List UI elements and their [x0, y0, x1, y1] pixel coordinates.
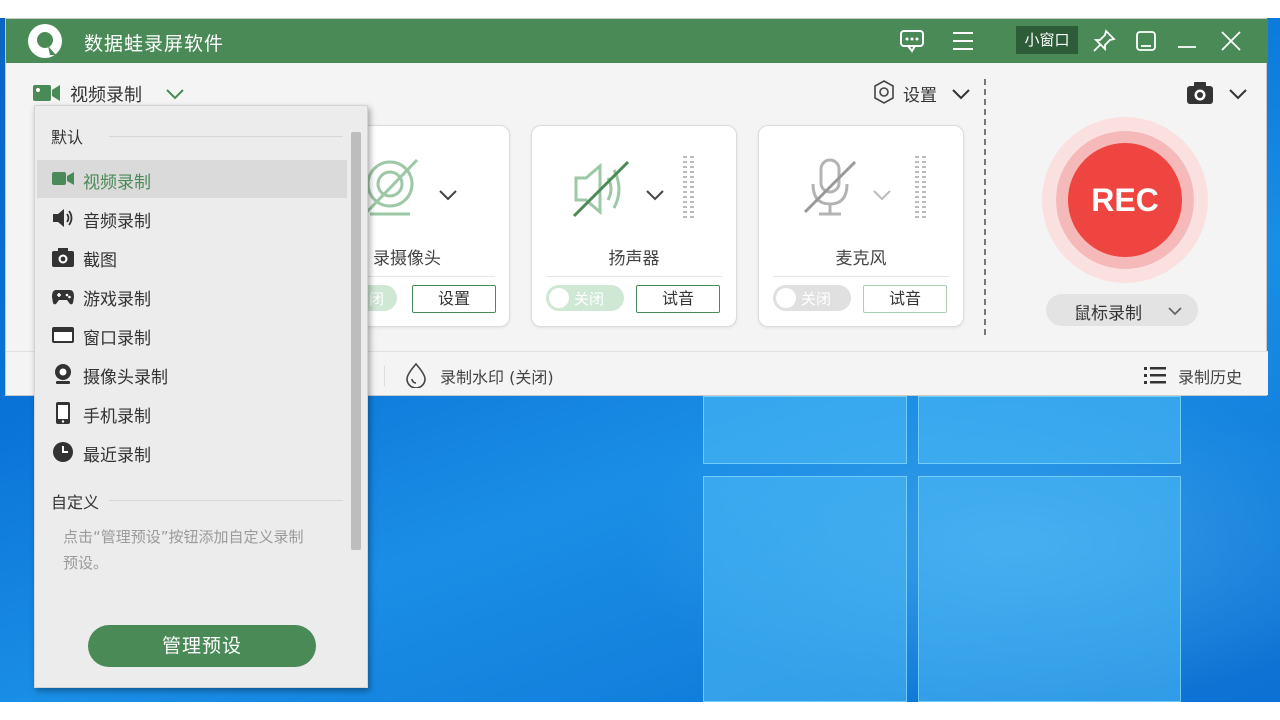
custom-preset-hint: 点击“管理预设”按钮添加自定义录制预设。 [63, 528, 304, 572]
webcam-settings-button[interactable]: 设置 [412, 285, 496, 313]
chevron-down-icon[interactable] [872, 188, 892, 202]
dropdown-item-label: 手机录制 [83, 407, 151, 427]
window-icon [52, 327, 74, 343]
mouse-record-selector[interactable]: 鼠标录制 [1046, 294, 1198, 326]
windows-logo-pane-top-right [918, 396, 1181, 464]
default-section-label: 默认 [51, 128, 84, 147]
video-camera-icon [52, 172, 74, 185]
clock-icon [53, 442, 73, 462]
dropdown-item-label: 截图 [83, 251, 117, 271]
settings-label: 设置 [903, 86, 937, 106]
toggle-knob [776, 288, 796, 308]
speaker-test-button[interactable]: 试音 [636, 285, 720, 313]
gamepad-icon [52, 290, 74, 305]
rec-button[interactable]: REC [1068, 143, 1182, 257]
watermark-button[interactable]: 录制水印 (关闭) [404, 362, 624, 388]
camera-icon [1187, 82, 1213, 104]
mini-window-button[interactable]: 小窗口 [1016, 26, 1078, 54]
volume-meter [683, 156, 694, 218]
toggle-label: 闭 [369, 290, 385, 308]
dropdown-item-label: 摄像头录制 [83, 368, 168, 388]
chevron-down-icon[interactable] [645, 188, 665, 202]
settings-button[interactable]: 设置 [871, 79, 981, 107]
record-mode-dropdown: 默认 视频录制 音频录制 截图 游戏录制 窗口录制 摄像头录制 手机录制 最近录… [34, 105, 368, 688]
minimize-icon[interactable] [1172, 27, 1202, 55]
screen-bottom-strip [0, 702, 1280, 720]
section-divider [109, 136, 343, 137]
video-camera-icon [33, 85, 60, 101]
section-divider [109, 500, 343, 501]
dropdown-item-webcam[interactable]: 摄像头录制 [37, 355, 347, 393]
dropdown-scrollbar[interactable] [351, 132, 361, 550]
windows-logo-pane-bottom-right [918, 476, 1181, 702]
dropdown-item-label: 游戏录制 [83, 290, 151, 310]
windows-logo-pane-bottom-left [703, 476, 907, 702]
record-mode-label: 视频录制 [70, 85, 142, 106]
chevron-down-icon [1229, 89, 1247, 100]
microphone-label: 麦克风 [835, 249, 887, 269]
app-logo-icon [28, 24, 62, 58]
speaker-toggle[interactable]: 关闭 [546, 285, 624, 311]
dropdown-item-recent[interactable]: 最近录制 [37, 433, 347, 471]
volume-meter [915, 156, 926, 218]
dropdown-item-phone[interactable]: 手机录制 [37, 394, 347, 432]
history-label: 录制历史 [1178, 368, 1243, 387]
custom-section-label: 自定义 [51, 493, 100, 512]
compact-mode-icon[interactable] [1131, 27, 1161, 55]
microphone-test-button[interactable]: 试音 [863, 285, 947, 313]
dropdown-item-screenshot[interactable]: 截图 [37, 238, 347, 276]
feedback-icon[interactable] [897, 27, 927, 55]
card-separator [773, 276, 949, 277]
dropdown-item-label: 视频录制 [83, 173, 151, 193]
toggle-label: 关闭 [801, 290, 832, 308]
chevron-down-icon [166, 89, 184, 100]
webcam-icon [55, 364, 71, 384]
panel-divider [984, 79, 986, 335]
app-title: 数据蛙录屏软件 [84, 33, 225, 55]
dropdown-item-label: 最近录制 [83, 446, 151, 466]
dropdown-item-label: 窗口录制 [83, 329, 151, 349]
screen-top-strip [0, 0, 1280, 18]
windows-logo-pane-top-left [703, 396, 907, 464]
speaker-label: 扬声器 [608, 249, 660, 269]
microphone-muted-icon [803, 158, 857, 216]
camera-icon [52, 248, 74, 267]
speaker-card: 扬声器 关闭 试音 [531, 125, 737, 327]
toggle-label: 关闭 [574, 290, 605, 308]
dropdown-item-label: 音频录制 [83, 212, 151, 232]
manage-presets-button[interactable]: 管理预设 [88, 625, 316, 667]
dropdown-item-audio[interactable]: 音频录制 [37, 199, 347, 237]
chevron-down-icon[interactable] [438, 188, 458, 202]
gear-icon [874, 80, 894, 104]
speaker-icon [53, 209, 73, 227]
history-button[interactable]: 录制历史 [1144, 362, 1264, 388]
close-icon[interactable] [1216, 27, 1246, 55]
dropdown-item-video[interactable]: 视频录制 [37, 160, 347, 198]
screenshot-button[interactable] [1186, 79, 1256, 109]
toggle-knob [549, 288, 569, 308]
pin-icon[interactable] [1089, 27, 1119, 55]
menu-icon[interactable] [948, 27, 978, 55]
chevron-down-icon [1168, 307, 1182, 316]
dropdown-item-game[interactable]: 游戏录制 [37, 277, 347, 315]
bottom-bar-separator [384, 366, 385, 386]
watermark-drop-icon [406, 362, 426, 388]
chevron-down-icon [952, 89, 970, 100]
watermark-label: 录制水印 (关闭) [440, 368, 554, 387]
card-separator [546, 276, 722, 277]
speaker-muted-icon [572, 160, 630, 218]
microphone-toggle[interactable]: 关闭 [773, 285, 851, 311]
mouse-record-label: 鼠标录制 [1074, 304, 1142, 324]
phone-icon [56, 402, 70, 424]
dropdown-item-window[interactable]: 窗口录制 [37, 316, 347, 354]
microphone-card: 麦克风 关闭 试音 [758, 125, 964, 327]
list-icon [1144, 367, 1166, 384]
title-bar[interactable]: 数据蛙录屏软件 小窗口 [6, 19, 1268, 63]
